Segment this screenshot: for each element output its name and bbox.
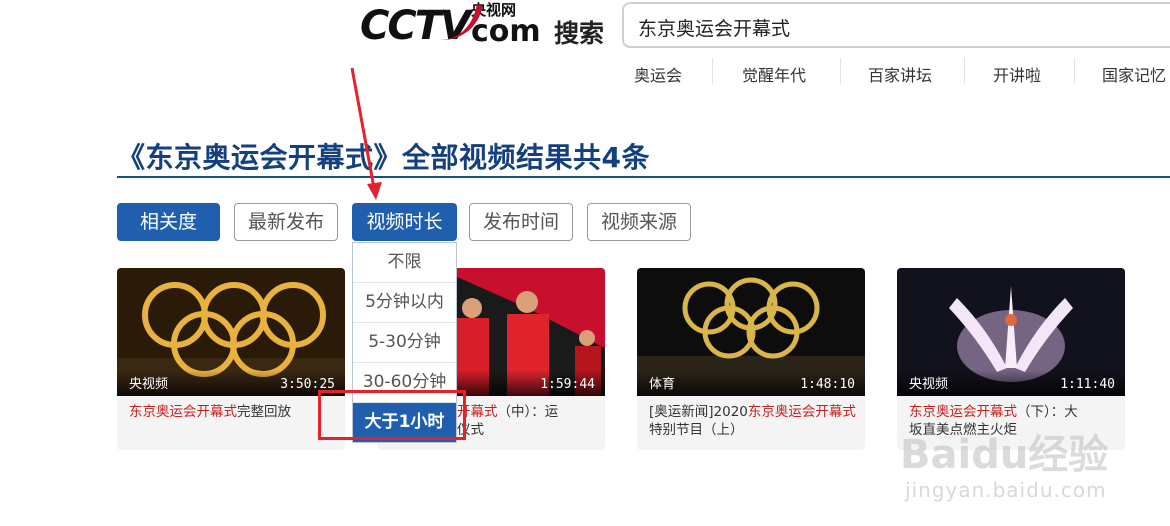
- annotation-highlight-box: [318, 390, 466, 440]
- watermark-logo: Baidu经验: [900, 432, 1109, 478]
- watermark-url: jingyan.baidu.com: [905, 478, 1107, 502]
